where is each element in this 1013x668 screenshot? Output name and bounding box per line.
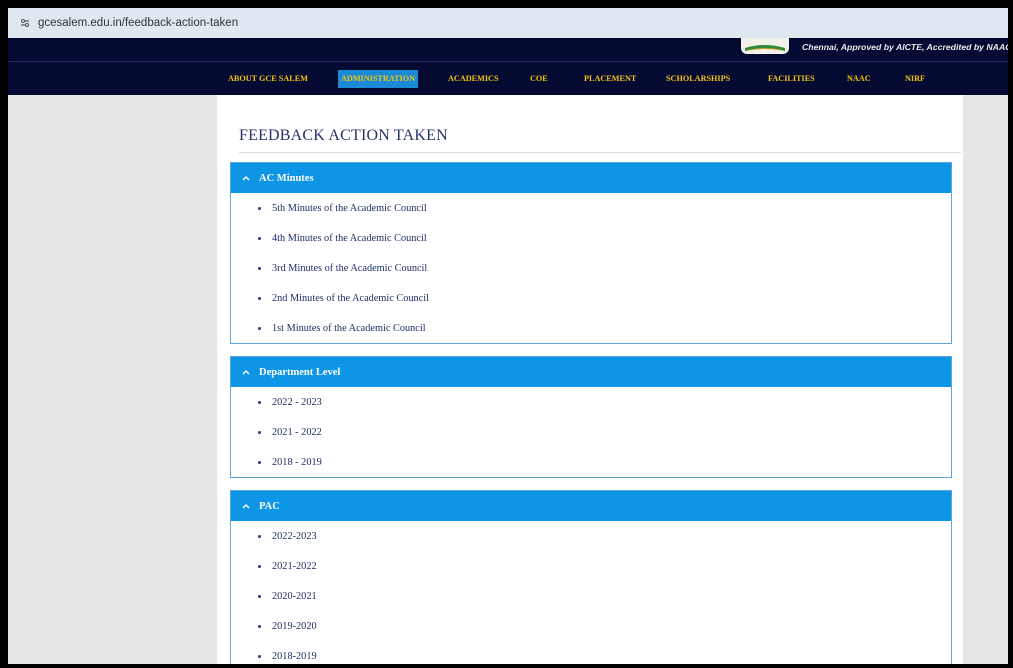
bullet-icon [258, 400, 261, 404]
bullet-icon [258, 564, 261, 568]
item-link[interactable]: 5th Minutes of the Academic Council [272, 203, 427, 214]
item-link[interactable]: 2018 - 2019 [272, 457, 322, 468]
section-title: PAC [259, 500, 280, 512]
item-link[interactable]: 2020-2021 [272, 591, 317, 602]
list-item: 1st Minutes of the Academic Council [231, 313, 951, 343]
address-bar[interactable]: gcesalem.edu.in/feedback-action-taken [8, 8, 1008, 39]
section-title: Department Level [259, 366, 341, 378]
bullet-icon [258, 460, 261, 464]
chevron-up-icon [241, 501, 251, 511]
section-department-level: Department Level 2022 - 2023 2021 - 2022… [230, 356, 952, 478]
nav-placement[interactable]: PLACEMENT [584, 70, 636, 88]
college-logo [741, 38, 789, 54]
bullet-icon [258, 624, 261, 628]
nav-academics[interactable]: ACADEMICS [448, 70, 499, 88]
bullet-icon [258, 326, 261, 330]
list-item: 2020-2021 [231, 581, 951, 611]
list-item: 4th Minutes of the Academic Council [231, 223, 951, 253]
item-link[interactable]: 2018-2019 [272, 651, 317, 662]
item-link[interactable]: 2nd Minutes of the Academic Council [272, 293, 429, 304]
section-title: AC Minutes [259, 172, 314, 184]
bullet-icon [258, 296, 261, 300]
item-link[interactable]: 2019-2020 [272, 621, 317, 632]
bullet-icon [258, 236, 261, 240]
nav-scholarships[interactable]: SCHOLARSHIPS [666, 70, 730, 88]
bullet-icon [258, 654, 261, 658]
bullet-icon [258, 594, 261, 598]
nav-nirf[interactable]: NIRF [905, 70, 925, 88]
list-item: 2019-2020 [231, 611, 951, 641]
browser-frame: gcesalem.edu.in/feedback-action-taken Ch… [8, 8, 1008, 664]
bullet-icon [258, 430, 261, 434]
bullet-icon [258, 534, 261, 538]
title-divider [239, 152, 961, 153]
url-text[interactable]: gcesalem.edu.in/feedback-action-taken [38, 17, 238, 29]
nav-naac[interactable]: NAAC [847, 70, 871, 88]
main-content: FEEDBACK ACTION TAKEN AC Minutes 5th Min… [217, 95, 963, 664]
nav-about[interactable]: ABOUT GCE SALEM [228, 70, 308, 88]
list-item: 2022-2023 [231, 521, 951, 551]
nav-coe[interactable]: COE [530, 70, 548, 88]
item-link[interactable]: 4th Minutes of the Academic Council [272, 233, 427, 244]
item-link[interactable]: 2022-2023 [272, 531, 317, 542]
section-header-pac[interactable]: PAC [231, 491, 951, 521]
section-ac-minutes: AC Minutes 5th Minutes of the Academic C… [230, 162, 952, 344]
main-nav: ABOUT GCE SALEM ADMINISTRATION ACADEMICS… [8, 61, 1008, 95]
section-header-department-level[interactable]: Department Level [231, 357, 951, 387]
nav-administration[interactable]: ADMINISTRATION [338, 70, 418, 88]
section-header-ac-minutes[interactable]: AC Minutes [231, 163, 951, 193]
list-item: 2021-2022 [231, 551, 951, 581]
item-link[interactable]: 1st Minutes of the Academic Council [272, 323, 426, 334]
list-item: 2nd Minutes of the Academic Council [231, 283, 951, 313]
list-item: 2022 - 2023 [231, 387, 951, 417]
list-item: 5th Minutes of the Academic Council [231, 193, 951, 223]
item-link[interactable]: 2021 - 2022 [272, 427, 322, 438]
site-settings-icon[interactable] [20, 18, 30, 28]
chevron-up-icon [241, 173, 251, 183]
item-link[interactable]: 2022 - 2023 [272, 397, 322, 408]
header-tagline: Chennai, Approved by AICTE, Accredited b… [802, 42, 1008, 52]
list-item: 2018-2019 [231, 641, 951, 664]
item-link[interactable]: 2021-2022 [272, 561, 317, 572]
bullet-icon [258, 266, 261, 270]
page-title: FEEDBACK ACTION TAKEN [239, 127, 448, 144]
nav-facilities[interactable]: FACILITIES [768, 70, 815, 88]
list-item: 3rd Minutes of the Academic Council [231, 253, 951, 283]
bullet-icon [258, 206, 261, 210]
item-link[interactable]: 3rd Minutes of the Academic Council [272, 263, 427, 274]
list-item: 2018 - 2019 [231, 447, 951, 477]
chevron-up-icon [241, 367, 251, 377]
section-pac: PAC 2022-2023 2021-2022 2020-2021 2019-2… [230, 490, 952, 664]
list-item: 2021 - 2022 [231, 417, 951, 447]
